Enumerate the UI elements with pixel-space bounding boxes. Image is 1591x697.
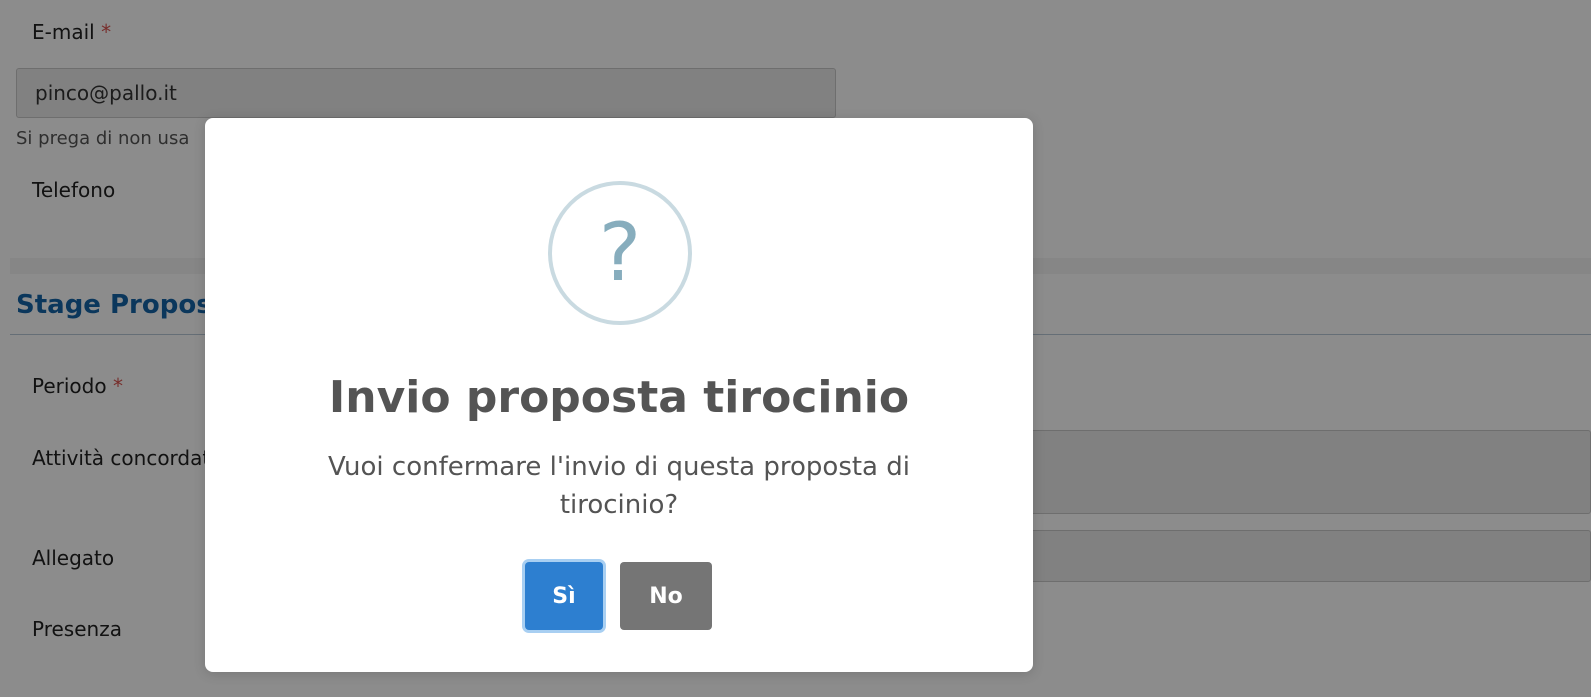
dialog-message: Vuoi confermare l'invio di questa propos… (328, 452, 910, 520)
question-icon: ? (548, 181, 692, 325)
cancel-button[interactable]: No (620, 562, 712, 630)
confirm-dialog: ? Invio proposta tirocinio Vuoi conferma… (205, 118, 1033, 672)
dialog-title: Invio proposta tirocinio (328, 372, 910, 423)
confirm-button[interactable]: Sì (525, 562, 603, 630)
